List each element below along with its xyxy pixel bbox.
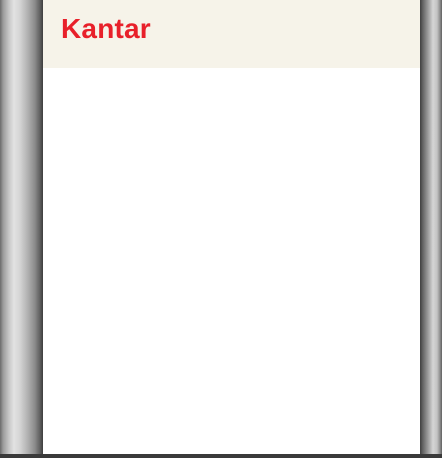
device-frame: Kantar xyxy=(0,0,442,458)
app-header: Kantar xyxy=(43,0,420,68)
device-bottom-edge xyxy=(0,454,442,458)
app-title: Kantar xyxy=(61,13,151,44)
device-bezel-right xyxy=(420,0,442,458)
device-bezel-left xyxy=(0,0,43,458)
content-area xyxy=(43,68,420,458)
app-screen: Kantar xyxy=(43,0,420,458)
